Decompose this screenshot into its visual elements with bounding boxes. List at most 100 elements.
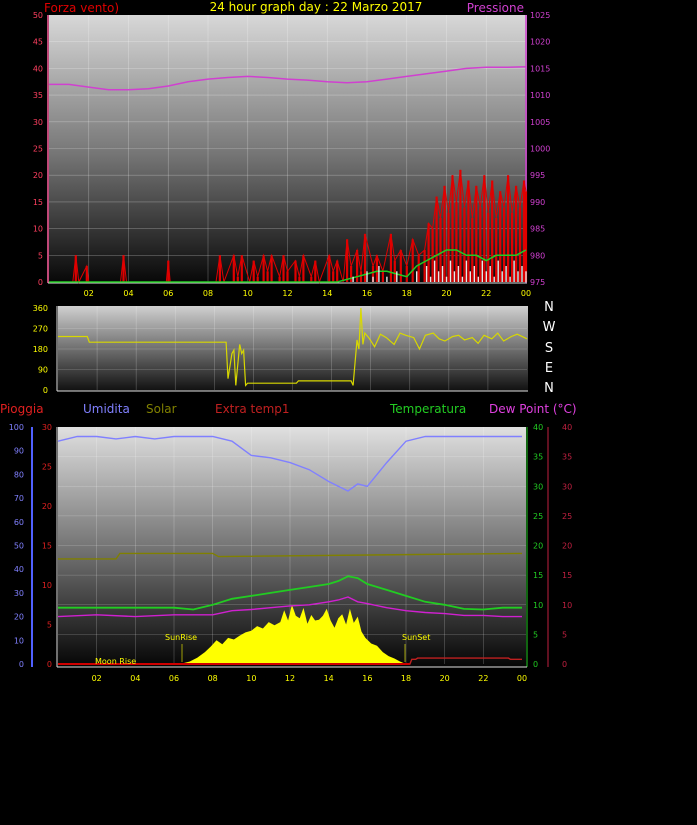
y-right-tick-label: 1015: [530, 64, 550, 73]
y-tick-label: 45: [33, 38, 43, 47]
y-tick-label: 360: [33, 304, 48, 313]
temperature-tick-label: 20: [533, 542, 543, 551]
dew-tick-label: 35: [562, 453, 572, 462]
x-tick-label: 04: [123, 289, 133, 298]
rain-tick-label: 50: [14, 542, 24, 551]
y-tick-label: 10: [33, 225, 43, 234]
solar-tick-label: 20: [42, 502, 52, 511]
x-tick-label: 22: [478, 674, 488, 683]
chart-date-title: 24 hour graph day : 22 Marzo 2017: [210, 0, 423, 14]
x-tick-label: 16: [362, 289, 372, 298]
solar-tick-label: 10: [42, 581, 52, 590]
dew-tick-label: 25: [562, 512, 572, 521]
sun-rise-label: SunRise: [165, 633, 197, 642]
y-right-tick-label: 980: [530, 251, 545, 260]
legend-rain: Pioggia: [0, 402, 44, 416]
y-tick-label: 90: [38, 366, 48, 375]
dew-tick-label: 5: [562, 630, 567, 639]
legend-temperature: Temperatura: [389, 402, 466, 416]
x-tick-label: 22: [481, 289, 491, 298]
rain-tick-label: 80: [14, 470, 24, 479]
y-tick-label: 270: [33, 325, 48, 334]
solar-tick-label: 15: [42, 542, 52, 551]
moon-rise-label: Moon Rise: [95, 657, 136, 666]
x-tick-label: 12: [282, 289, 292, 298]
y-right-tick-label: 995: [530, 171, 545, 180]
y-right-tick-label: 985: [530, 225, 545, 234]
temperature-tick-label: 35: [533, 453, 543, 462]
y-right-tick-label: 1000: [530, 145, 550, 154]
legend-dew-point: Dew Point (°C): [489, 402, 577, 416]
x-tick-label: 10: [243, 289, 253, 298]
compass-labels: N W S E N: [543, 300, 556, 396]
y-tick-label: 5: [38, 251, 43, 260]
x-tick-label: 18: [401, 674, 411, 683]
y-tick-label: 15: [33, 198, 43, 207]
temperature-tick-label: 5: [533, 630, 538, 639]
x-tick-label: 08: [203, 289, 213, 298]
y-tick-label: 0: [43, 386, 48, 395]
compass-label: W: [543, 320, 556, 335]
wind-direction-plot-area: [58, 306, 528, 391]
weather-graph-canvas: 02 04 06 08 10 12 14 16 18 20 22 000510152025303540…: [0, 0, 577, 683]
legend-humidity: Umidita: [83, 402, 130, 416]
x-tick-label: 20: [441, 289, 451, 298]
rain-tick-label: 40: [14, 565, 24, 574]
dew-tick-label: 40: [562, 423, 572, 432]
bottom-chart-legend: Pioggia Umidita Solar Extra temp1 Temper…: [0, 402, 577, 416]
y-tick-label: 50: [33, 11, 43, 20]
x-tick-label: 00: [521, 289, 531, 298]
wind-direction-tick-labels: 0 90 180 270 360: [33, 304, 48, 395]
y-tick-label: 25: [33, 145, 43, 154]
x-tick-label: 14: [322, 289, 332, 298]
legend-solar: Solar: [146, 402, 177, 416]
wind-title: Forza vento): [44, 1, 119, 15]
dew-tick-label: 0: [562, 660, 567, 669]
compass-label: N: [544, 381, 554, 396]
y-right-tick-label: 1025: [530, 11, 550, 20]
sun-set-label: SunSet: [402, 633, 430, 642]
compass-label: E: [545, 361, 553, 376]
y-tick-label: 180: [33, 345, 48, 354]
y-right-tick-label: 990: [530, 198, 545, 207]
rain-tick-label: 0: [19, 660, 24, 669]
rain-tick-label: 30: [14, 589, 24, 598]
x-tick-label: 18: [402, 289, 412, 298]
solar-tick-label: 25: [42, 463, 52, 472]
solar-tick-label: 30: [42, 423, 52, 432]
temp-humidity-chart: 02 04 06 08 10 12 14 16 18 20 22 0 0 0 10 20 30 40 50 60 70 8…: [9, 423, 572, 683]
x-tick-label: 02: [92, 674, 102, 683]
x-tick-label: 20: [440, 674, 450, 683]
solar-tick-label: 5: [47, 621, 52, 630]
temperature-tick-label: 10: [533, 601, 543, 610]
y-right-tick-label: 975: [530, 278, 545, 287]
x-tick-label: 08: [208, 674, 218, 683]
compass-label: S: [545, 341, 553, 356]
temperature-tick-label: 25: [533, 512, 543, 521]
y-tick-label: 0: [38, 278, 43, 287]
y-tick-label: 30: [33, 118, 43, 127]
rain-tick-label: 60: [14, 518, 24, 527]
x-tick-label: 06: [169, 674, 179, 683]
x-tick-label: 14: [324, 674, 334, 683]
y-right-tick-label: 1020: [530, 38, 550, 47]
temperature-tick-label: 30: [533, 482, 543, 491]
rain-tick-label: 70: [14, 494, 24, 503]
rain-tick-label: 100: [9, 423, 24, 432]
dew-tick-label: 30: [562, 482, 572, 491]
wind-pressure-chart: 02 04 06 08 10 12 14 16 18 20 22 000510152025303540…: [33, 0, 551, 298]
dew-tick-label: 10: [562, 601, 572, 610]
y-tick-label: 20: [33, 171, 43, 180]
solar-tick-label: 0: [47, 660, 52, 669]
compass-label: N: [544, 300, 554, 315]
temperature-tick-label: 15: [533, 571, 543, 580]
x-tick-label: 04: [130, 674, 140, 683]
y-right-tick-label: 1010: [530, 91, 550, 100]
temperature-tick-label: 40: [533, 423, 543, 432]
y-right-tick-label: 1005: [530, 118, 550, 127]
rain-tick-label: 90: [14, 447, 24, 456]
x-tick-label: 12: [285, 674, 295, 683]
x-tick-label: 16: [362, 674, 372, 683]
legend-extra-temp: Extra temp1: [215, 402, 290, 416]
dew-tick-label: 15: [562, 571, 572, 580]
